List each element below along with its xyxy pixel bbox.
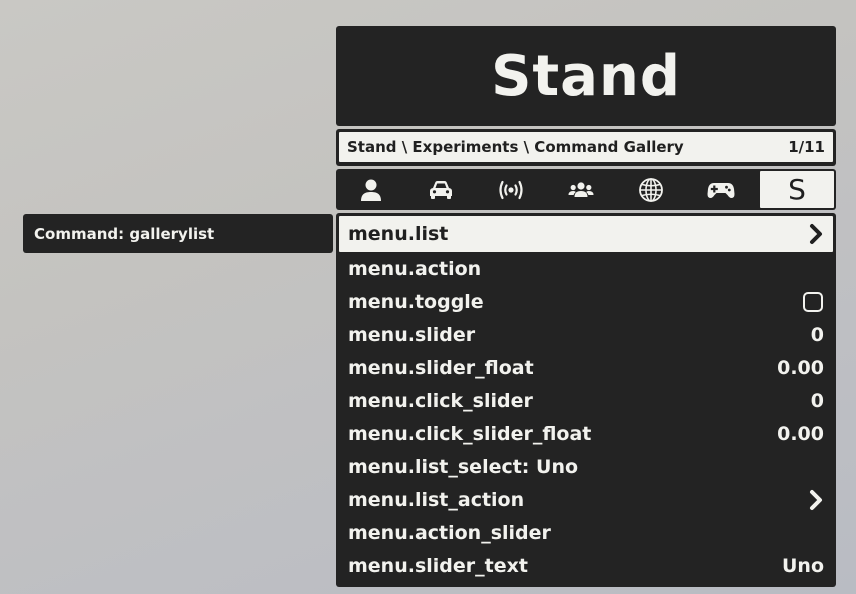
list-item-menu-slider-float[interactable]: menu.slider_float 0.00 [336,351,836,384]
item-position: 1/11 [788,138,825,156]
tab-players[interactable] [546,169,616,210]
car-icon [430,180,452,199]
item-label: menu.slider [348,323,476,346]
chevron-right-icon [810,224,822,244]
checkbox-icon[interactable] [802,291,824,313]
breadcrumb: Stand \ Experiments \ Command Gallery 1/… [336,129,836,166]
list-item-menu-slider[interactable]: menu.slider 0 [336,318,836,351]
list-item-menu-list-action[interactable]: menu.list_action [336,483,836,516]
slider-value: 0 [810,389,824,412]
item-label: menu.click_slider [348,389,533,412]
person-icon [361,179,381,201]
tab-bar: S [336,169,836,210]
slider-value: 0.00 [777,422,824,445]
gamepad-icon [707,182,735,198]
menu-title: Stand [491,43,681,109]
item-label: menu.slider_float [348,356,534,379]
list-item-menu-action[interactable]: menu.action [336,252,836,285]
item-label: menu.list [348,223,449,245]
list-item-menu-toggle[interactable]: menu.toggle [336,285,836,318]
list-item-menu-list[interactable]: menu.list [339,216,833,252]
item-label: menu.toggle [348,290,484,313]
list-item-menu-slider-text[interactable]: menu.slider_text Uno [336,549,836,582]
item-label: menu.list_select: Uno [348,455,579,478]
slider-value: 0 [810,323,824,346]
command-tooltip: Command: gallerylist [23,214,333,253]
command-list: menu.list menu.action menu.toggle menu.s… [336,213,836,587]
globe-icon [639,177,663,202]
list-item-menu-list-select[interactable]: menu.list_select: Uno [336,450,836,483]
slider-text-value: Uno [781,554,824,577]
item-label: menu.list_action [348,488,525,511]
slider-value: 0.00 [777,356,824,379]
item-label: menu.slider_text [348,554,528,577]
tab-vehicle[interactable] [406,169,476,210]
broadcast-icon [499,180,523,199]
tab-game[interactable] [686,169,756,210]
stand-logo-icon: S [788,173,806,206]
list-item-menu-click-slider[interactable]: menu.click_slider 0 [336,384,836,417]
tooltip-text: Command: gallerylist [34,224,215,243]
tab-world[interactable] [616,169,686,210]
list-item-menu-action-slider[interactable]: menu.action_slider [336,516,836,549]
tab-self[interactable] [336,169,406,210]
chevron-right-icon [810,489,822,510]
item-label: menu.action [348,257,482,280]
breadcrumb-path: Stand \ Experiments \ Command Gallery [347,138,684,156]
list-item-menu-click-slider-float[interactable]: menu.click_slider_float 0.00 [336,417,836,450]
item-label: menu.click_slider_float [348,422,592,445]
tab-stand[interactable]: S [760,171,834,208]
item-label: menu.action_slider [348,521,551,544]
tab-online[interactable] [476,169,546,210]
players-icon [568,181,594,197]
menu-header: Stand [336,26,836,126]
